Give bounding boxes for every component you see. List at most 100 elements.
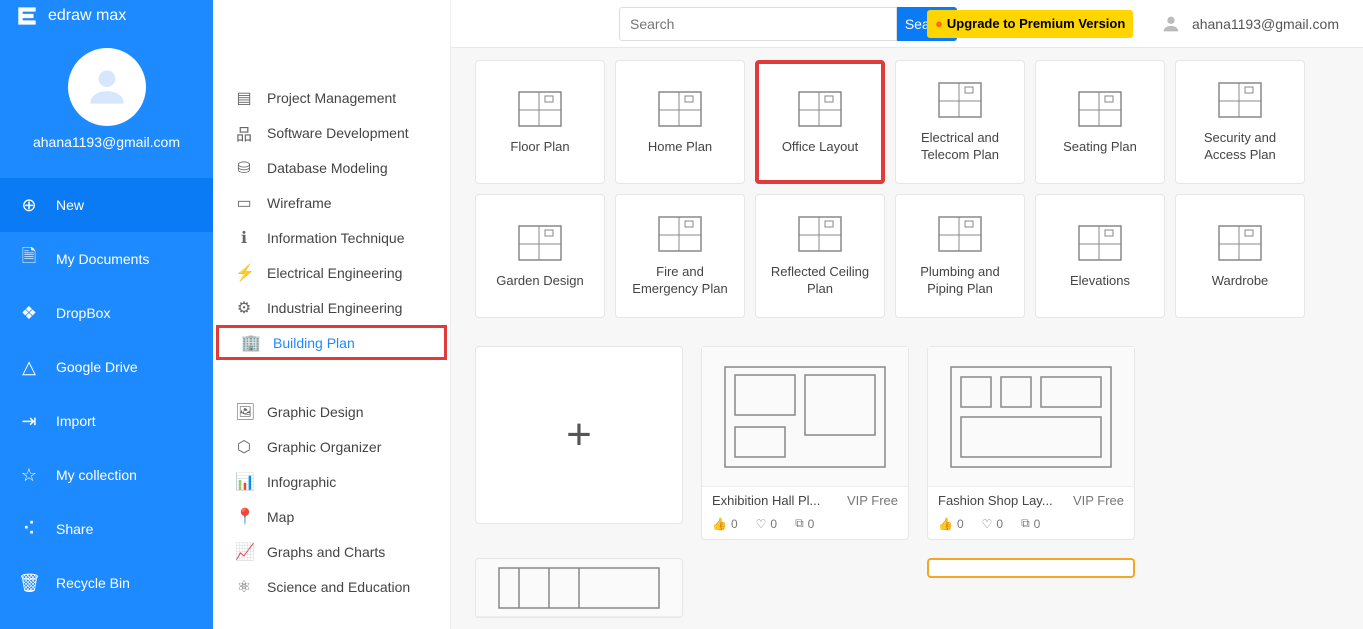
preview: [476, 559, 682, 617]
nav-collection[interactable]: ☆My collection: [0, 448, 213, 502]
plan-icon: [1216, 80, 1264, 120]
category-row-charts[interactable]: 📈 Graphs and Charts: [213, 534, 450, 569]
category-row-building[interactable]: 🏢Building Plan: [216, 325, 447, 360]
import-icon: ⇥: [18, 411, 40, 432]
category-row-project[interactable]: ▤ Project Management: [213, 80, 450, 115]
thumb-icon: 👍: [938, 517, 953, 531]
nav-label: Google Drive: [56, 359, 138, 375]
search-input[interactable]: [619, 7, 897, 41]
main: Search ●Upgrade to Premium Version ahana…: [451, 0, 1363, 629]
plan-card[interactable]: Floor Plan: [475, 60, 605, 184]
nav-label: My collection: [56, 467, 137, 483]
plus-icon: +: [566, 410, 592, 460]
category-row-info[interactable]: ℹ Information Technique: [213, 220, 450, 255]
plan-icon: [516, 223, 564, 263]
tpl-card[interactable]: Exhibition Hall Pl...VIP Free 👍0 ♡0 ⧉0: [701, 346, 909, 540]
user-top[interactable]: ahana1193@gmail.com: [1160, 13, 1339, 35]
ind-icon: ⚙: [235, 298, 253, 318]
tpl-card-partial[interactable]: [475, 558, 683, 618]
plan-card[interactable]: Reflected Ceiling Plan: [755, 194, 885, 318]
category-row-software[interactable]: 品Software Development: [213, 115, 450, 150]
software-icon: 品: [235, 121, 253, 145]
category-label: Information Technique: [267, 230, 405, 246]
tpl-card[interactable]: Fashion Shop Lay...VIP Free 👍0 ♡0 ⧉0: [927, 346, 1135, 540]
tpl-tag: VIP Free: [847, 493, 898, 508]
category-label: Project Management: [267, 90, 396, 106]
db-icon: ⛁: [235, 158, 253, 178]
nav-recycle[interactable]: 🗑Recycle Bin: [0, 556, 213, 610]
category-label: Wireframe: [267, 195, 332, 211]
plan-label: Electrical and Telecom Plan: [902, 130, 1018, 164]
nav-import[interactable]: ⇥ Import: [0, 394, 213, 448]
category-row-elec[interactable]: ⚡Electrical Engineering: [213, 255, 450, 290]
nav-documents[interactable]: 🗎My Documents: [0, 232, 213, 286]
user-block: ahana1193@gmail.com: [0, 32, 213, 158]
plan-card[interactable]: Security and Access Plan: [1175, 60, 1305, 184]
nav-label: DropBox: [56, 305, 110, 321]
plan-card[interactable]: Plumbing and Piping Plan: [895, 194, 1025, 318]
category-row-wireframe[interactable]: ▭Wireframe: [213, 185, 450, 220]
category-label: Graphic Organizer: [267, 439, 381, 455]
likes-stat: 👍0: [712, 516, 738, 531]
heart-icon: ♡: [756, 517, 767, 531]
category-label: Infographic: [267, 474, 336, 490]
map-icon: 📍: [235, 507, 253, 527]
nav-label: New: [56, 197, 84, 213]
dropbox-icon: ❖: [18, 303, 40, 324]
user-icon: [1160, 13, 1182, 35]
category-label: Industrial Engineering: [267, 300, 402, 316]
nav-label: Recycle Bin: [56, 575, 130, 591]
charts-icon: 📈: [235, 542, 253, 562]
project-icon: ▤: [235, 88, 253, 108]
plan-icon: [796, 214, 844, 254]
top-user-email: ahana1193@gmail.com: [1192, 16, 1339, 32]
thumb-icon: 👍: [712, 517, 727, 531]
nav-label: Import: [56, 413, 96, 429]
plan-card[interactable]: Fire and Emergency Plan: [615, 194, 745, 318]
plan-card[interactable]: Seating Plan: [1035, 60, 1165, 184]
category-label: Building Plan: [273, 335, 355, 351]
plan-icon: [516, 89, 564, 129]
category-row-ind[interactable]: ⚙ Industrial Engineering: [213, 290, 450, 325]
preview: [702, 347, 908, 487]
tpl-card-partial-evacuation[interactable]: [927, 558, 1135, 578]
plus-doc-icon: ⊕: [18, 195, 40, 216]
nav-dropbox[interactable]: ❖ DropBox: [0, 286, 213, 340]
tpl-blank[interactable]: +: [475, 346, 683, 524]
copies-stat: ⧉0: [1021, 516, 1040, 531]
plan-label: Wardrobe: [1212, 273, 1269, 290]
avatar[interactable]: [68, 48, 146, 126]
plan-icon: [656, 89, 704, 129]
avatar-icon: [82, 62, 132, 112]
category-label: Science and Education: [267, 579, 410, 595]
plan-label: Fire and Emergency Plan: [622, 264, 738, 298]
nav-gdrive[interactable]: △Google Drive: [0, 340, 213, 394]
category-row-map[interactable]: 📍Map: [213, 499, 450, 534]
plan-card[interactable]: Office Layout: [755, 60, 885, 184]
nav-share[interactable]: ⠪Share: [0, 502, 213, 556]
plan-card[interactable]: Garden Design: [475, 194, 605, 318]
content: Floor PlanHome Plan Office Layout Electric…: [451, 0, 1363, 629]
plan-card[interactable]: Wardrobe: [1175, 194, 1305, 318]
category-label: Graphs and Charts: [267, 544, 385, 560]
category-row-db[interactable]: ⛁Database Modeling: [213, 150, 450, 185]
info-icon: ℹ: [235, 228, 253, 248]
template-category-cards: Floor PlanHome Plan Office Layout Electric…: [475, 60, 1339, 318]
sidebar-left: edraw max ahana1193@gmail.com ⊕ New 🗎My D…: [0, 0, 213, 629]
category-row-infog[interactable]: 📊Infographic: [213, 464, 450, 499]
graphic-icon: 🖼: [235, 402, 253, 422]
nav-blue: ⊕ New 🗎My Documents ❖ DropBox △Google Driv…: [0, 178, 213, 610]
category-row-org[interactable]: ⬡Graphic Organizer: [213, 429, 450, 464]
plan-card[interactable]: Home Plan: [615, 60, 745, 184]
logo-text: edraw max: [48, 7, 126, 25]
category-row-graphic[interactable]: 🖼Graphic Design: [213, 394, 450, 429]
category-row-science[interactable]: ⚛Science and Education: [213, 569, 450, 604]
upgrade-banner[interactable]: ●Upgrade to Premium Version: [927, 10, 1133, 38]
tpl-title: Exhibition Hall Pl...: [712, 493, 820, 508]
edraw-logo-icon: [14, 3, 40, 29]
plan-card[interactable]: Elevations: [1035, 194, 1165, 318]
plan-label: Office Layout: [782, 139, 858, 156]
nav-new[interactable]: ⊕ New: [0, 178, 213, 232]
upgrade-text: Upgrade to Premium Version: [947, 16, 1125, 31]
plan-card[interactable]: Electrical and Telecom Plan: [895, 60, 1025, 184]
